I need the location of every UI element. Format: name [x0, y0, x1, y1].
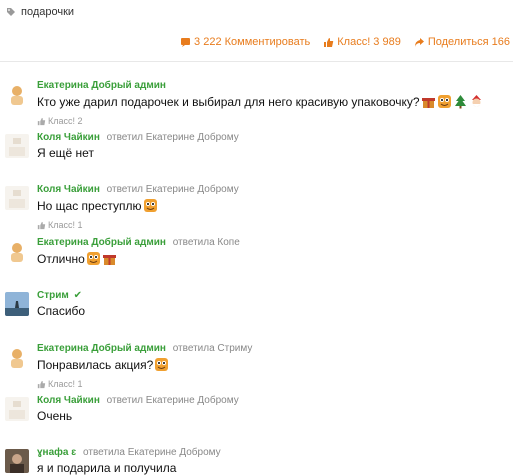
avatar-image — [5, 292, 29, 316]
tag-icon — [7, 8, 15, 16]
avatar[interactable] — [5, 239, 29, 263]
like-button[interactable]: Класс! 3 989 — [323, 36, 401, 48]
comment-author[interactable]: Екатерина Добрый админ — [37, 237, 166, 248]
comment-likes-label: Класс! 1 — [48, 379, 83, 389]
comment-text: Я ещё нет — [37, 146, 94, 160]
comment-reply-to: ответила Екатерине Доброму — [83, 447, 221, 458]
comment-text: Спасибо — [37, 304, 86, 318]
comment-author[interactable]: Коля Чайкин — [37, 184, 100, 195]
comment-icon — [181, 37, 191, 47]
comment-likes-label: Класс! 1 — [48, 220, 83, 230]
comment-reply-to: ответила Стриму — [172, 343, 253, 354]
avatar-image — [5, 82, 29, 106]
like-button-label: Класс! 3 989 — [337, 36, 401, 48]
avatar-image — [5, 397, 29, 421]
comment-text: Кто уже дарил подарочек и выбирал для не… — [37, 94, 420, 109]
smiley-face-icon — [437, 95, 451, 108]
topic-tag-label[interactable]: подарочки — [21, 6, 74, 18]
comment-text: Очень — [37, 409, 73, 423]
christmas-tree-icon — [454, 95, 466, 109]
thumbs-up-icon — [37, 117, 46, 125]
avatar[interactable] — [5, 186, 29, 210]
smiley-face-icon — [143, 199, 157, 212]
comment-likes[interactable]: Класс! 1 — [37, 379, 83, 389]
comment-likes[interactable]: Класс! 1 — [37, 220, 83, 230]
comment-author[interactable]: Стрим — [37, 290, 69, 301]
santa-icon — [471, 95, 481, 107]
comment-author[interactable]: Коля Чайкин — [37, 395, 100, 406]
avatar-image — [5, 186, 29, 210]
avatar[interactable] — [5, 82, 29, 106]
comment-text: я и подарила и получила — [37, 461, 177, 475]
share-icon — [414, 37, 424, 47]
share-button[interactable]: Поделиться 166 — [414, 36, 510, 48]
thumbs-up-icon — [324, 37, 334, 47]
smiley-face-icon — [86, 252, 100, 265]
smiley-face-icon — [155, 358, 169, 371]
avatar[interactable] — [5, 449, 29, 473]
avatar-image — [5, 239, 29, 263]
comment-text: Отлично — [37, 251, 85, 266]
avatar-image — [5, 449, 29, 473]
comment-text: Но щас преступлю — [37, 198, 142, 213]
avatar[interactable] — [5, 397, 29, 421]
comment-reply-to: ответил Екатерине Доброму — [106, 132, 239, 143]
thumbs-up-icon — [37, 221, 46, 229]
comment-reply-to: ответил Екатерине Доброму — [106, 395, 239, 406]
comment-text: Понравилась акция? — [37, 357, 154, 372]
comment-reply-to: ответил Екатерине Доброму — [106, 184, 239, 195]
comment-likes-label: Класс! 2 — [48, 116, 83, 126]
gift-icon — [102, 255, 116, 265]
comment-button-label: 3 222 Комментировать — [194, 36, 311, 48]
thumbs-up-icon — [37, 380, 46, 388]
share-button-label: Поделиться 166 — [427, 36, 510, 48]
comment-button[interactable]: 3 222 Комментировать — [180, 36, 310, 48]
avatar-image — [5, 134, 29, 158]
divider — [0, 61, 513, 62]
post-actions: 3 222 Комментировать Класс! 3 989 Подели… — [0, 32, 513, 52]
avatar[interactable] — [5, 345, 29, 369]
gift-icon — [421, 98, 435, 108]
comment-author[interactable]: Екатерина Добрый админ — [37, 343, 166, 354]
comment-author[interactable]: ɣнафа ɛ — [37, 447, 76, 458]
comment-author[interactable]: Коля Чайкин — [37, 132, 100, 143]
verified-check-icon: ✔ — [73, 290, 82, 301]
comment-reply-to: ответила Копе — [172, 237, 240, 248]
avatar[interactable] — [5, 134, 29, 158]
avatar[interactable] — [5, 292, 29, 316]
avatar-image — [5, 345, 29, 369]
comment-author[interactable]: Екатерина Добрый админ — [37, 80, 166, 91]
topic-tag-bar: подарочки — [0, 0, 513, 24]
comment-likes[interactable]: Класс! 2 — [37, 116, 83, 126]
